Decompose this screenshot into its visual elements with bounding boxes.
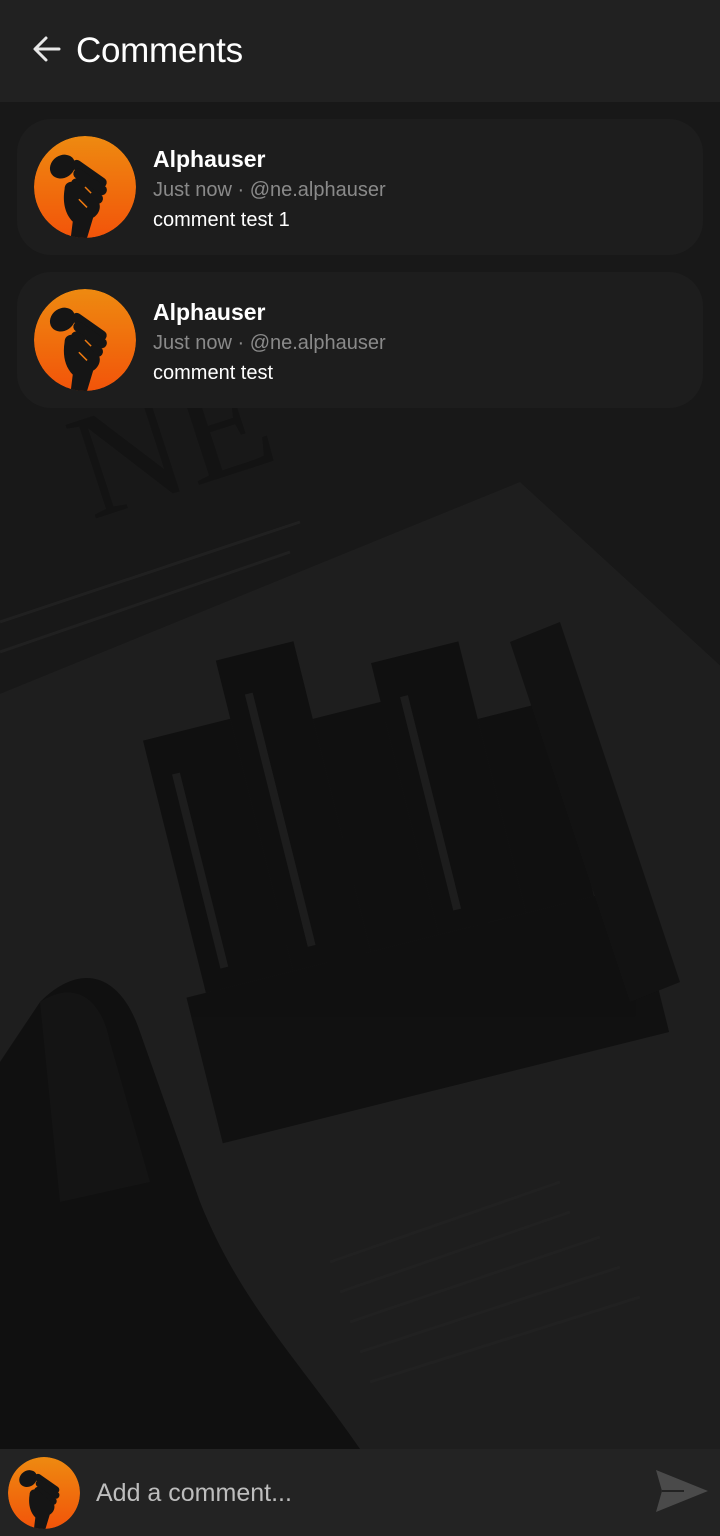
raised-fist-microphone-icon — [8, 1457, 80, 1529]
back-button[interactable] — [20, 24, 74, 78]
raised-fist-microphone-icon — [34, 289, 136, 391]
comment-meta: Just now · @ne.alphauser — [153, 179, 386, 201]
app-header: Comments — [0, 0, 720, 102]
comment-meta: Just now · @ne.alphauser — [153, 332, 386, 354]
comment-list: Alphauser Just now · @ne.alphauser comme… — [17, 119, 703, 425]
raised-fist-microphone-icon — [34, 136, 136, 238]
comment-text: comment test 1 — [153, 209, 290, 231]
comment-author[interactable]: Alphauser — [153, 299, 265, 326]
comment-item[interactable]: Alphauser Just now · @ne.alphauser comme… — [17, 119, 703, 255]
avatar[interactable] — [34, 289, 136, 391]
send-icon — [654, 1468, 710, 1519]
page-title: Comments — [76, 31, 243, 70]
comment-text: comment test — [153, 362, 274, 384]
user-avatar — [8, 1457, 80, 1529]
comment-input[interactable] — [96, 1469, 636, 1517]
arrow-left-icon — [31, 33, 63, 70]
send-button[interactable] — [650, 1467, 714, 1519]
avatar[interactable] — [34, 136, 136, 238]
comment-composer — [0, 1449, 720, 1536]
comment-author[interactable]: Alphauser — [153, 146, 265, 173]
comment-item[interactable]: Alphauser Just now · @ne.alphauser comme… — [17, 272, 703, 408]
